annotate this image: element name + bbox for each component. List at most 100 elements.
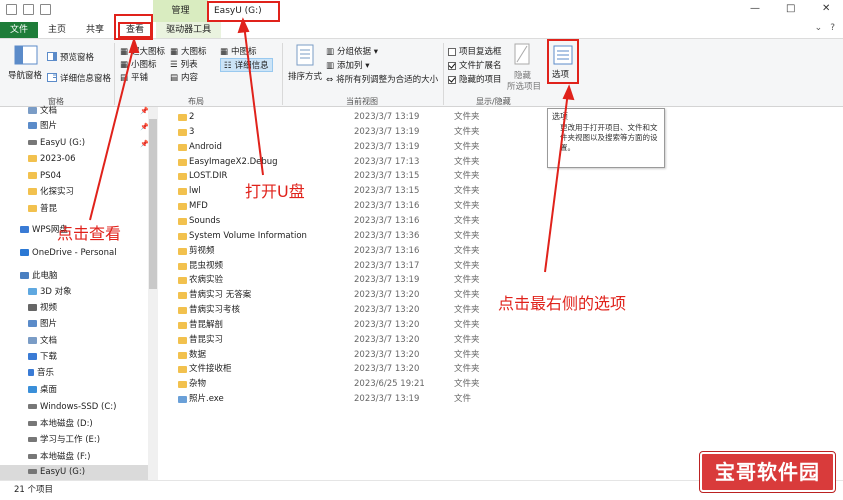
list-option[interactable]: ☰ 列表 [170,58,198,71]
file-name: LOST.DIR [189,171,228,182]
group-by-button[interactable]: ▥ 分组依据 ▾ [326,45,378,58]
file-row[interactable]: 2 2023/3/7 13:19 文件夹 [176,110,546,125]
nav-item-c-drive[interactable]: Windows-SSD (C:) [28,400,116,415]
nav-item-videos[interactable]: 视频 [28,301,57,316]
preview-pane-button[interactable]: 预览窗格 [47,51,94,64]
file-row[interactable]: 剪视频 2023/3/7 13:16 文件夹 [176,244,546,259]
item-checkboxes-toggle[interactable]: 项目复选框 [448,45,502,57]
nav-item-onedrive[interactable]: OneDrive - Personal [20,246,117,261]
checkbox-icon[interactable] [23,4,34,15]
pictures-icon [28,122,37,129]
hide-selected-icon[interactable] [514,43,530,68]
file-row[interactable]: Sounds 2023/3/7 13:16 文件夹 [176,214,546,229]
large-icons-option[interactable]: ▦ 大图标 [170,45,207,58]
nav-pane-button[interactable]: 导航窗格 [8,69,42,81]
file-row[interactable]: lwl 2023/3/7 13:15 文件夹 [176,184,546,199]
folder-icon [178,247,187,255]
tab-file[interactable]: 文件 [0,22,39,38]
medium-icons-option[interactable]: ▦ 中图标 [220,45,257,58]
file-type: 文件夹 [454,201,480,212]
file-extensions-toggle[interactable]: 文件扩展名 [448,59,502,71]
minimize-button[interactable]: — [750,3,760,14]
file-row[interactable]: 3 2023/3/7 13:19 文件夹 [176,125,546,140]
extra-large-icons-option[interactable]: ▦ 超大图标 [120,45,165,58]
details-pane-button[interactable]: 详细信息窗格 [47,72,111,85]
file-row[interactable]: 昔病实习 无答案 2023/3/7 13:20 文件夹 [176,288,546,303]
tiles-option[interactable]: ▤ 平铺 [120,71,148,84]
file-row[interactable]: 文件接收柜 2023/3/7 13:20 文件夹 [176,362,546,377]
file-row[interactable]: LOST.DIR 2023/3/7 13:15 文件夹 [176,169,546,184]
folder-icon [178,203,187,211]
checkbox[interactable] [448,47,456,56]
show-hide-group-label: 显示/隐藏 [476,97,511,106]
folder-icon[interactable] [40,4,51,15]
hide-selected-label-2[interactable]: 所选项目 [507,80,541,92]
quick-access-icon[interactable] [6,4,17,15]
nav-item-documents[interactable]: 文档 [28,104,57,119]
file-type: 文件 [454,394,472,405]
nav-scrollbar[interactable] [148,107,158,480]
nav-item-music[interactable]: 音乐 [28,366,54,381]
nav-pane-icon[interactable] [14,45,38,68]
hidden-items-toggle[interactable]: 隐藏的项目 [448,73,502,85]
sort-by-button[interactable]: 排序方式 [288,70,322,82]
file-type: 文件夹 [454,364,480,375]
size-columns-button[interactable]: ⇔ 将所有列调整为合适的大小 [326,73,438,86]
nav-item-huatan[interactable]: 化探实习 [28,185,74,200]
file-row[interactable]: 昔病实习考核 2023/3/7 13:20 文件夹 [176,303,546,318]
layout-group-label: 布局 [188,97,204,106]
file-name: 2 [189,112,195,122]
file-row[interactable]: 昔昆实习 2023/3/7 13:20 文件夹 [176,333,546,348]
nav-item-e-drive[interactable]: 学习与工作 (E:) [28,433,100,448]
add-columns-button[interactable]: ▥ 添加列 ▾ [326,59,370,72]
file-name: 杂物 [189,379,207,390]
tab-home[interactable]: 主页 [38,22,76,38]
details-option[interactable]: ☷ 详细信息 [220,58,273,72]
maximize-button[interactable]: □ [786,3,795,14]
nav-item-easyu-pinned[interactable]: EasyU (G:) [28,136,85,151]
file-row[interactable]: 照片.exe 2023/3/7 13:19 文件 [176,392,546,407]
file-row[interactable]: System Volume Information 2023/3/7 13:36 文… [176,229,546,244]
file-row[interactable]: 杂物 2023/6/25 19:21 文件夹 [176,377,546,392]
nav-item-2023-06[interactable]: 2023-06 [28,152,76,167]
nav-item-pukun[interactable]: 普昆 [28,202,57,217]
file-row[interactable]: Android 2023/3/7 13:19 文件夹 [176,140,546,155]
file-row[interactable]: 农病实验 2023/3/7 13:19 文件夹 [176,273,546,288]
nav-item-this-pc[interactable]: 此电脑 [20,269,58,284]
small-icons-option[interactable]: ▦ 小图标 [120,58,157,71]
nav-item-pictures[interactable]: 图片 [28,119,57,134]
file-row[interactable]: 昆虫视频 2023/3/7 13:17 文件夹 [176,259,546,274]
manage-context-tab[interactable]: 管理 [153,0,208,22]
ribbon-separator [282,43,283,105]
checkbox[interactable] [448,75,456,84]
file-row[interactable]: 数据 2023/3/7 13:20 文件夹 [176,348,546,363]
tab-share[interactable]: 共享 [76,22,114,38]
nav-item-downloads[interactable]: 下载 [28,350,57,365]
nav-item-pictures-pc[interactable]: 图片 [28,317,57,332]
nav-item-documents-pc[interactable]: 文档 [28,334,57,349]
file-row[interactable]: EasyImageX2.Debug 2023/3/7 17:13 文件夹 [176,155,546,170]
folder-icon [178,336,187,344]
close-button[interactable]: ✕ [822,3,830,14]
nav-item-desktop[interactable]: 桌面 [28,383,57,398]
resize-columns-icon: ⇔ [326,74,334,85]
nav-item-3d-objects[interactable]: 3D 对象 [28,285,72,300]
folder-icon [178,158,187,166]
file-row[interactable]: MFD 2023/3/7 13:16 文件夹 [176,199,546,214]
folder-icon [178,128,187,136]
sort-icon[interactable] [296,44,314,69]
annotation-click-view: 点击查看 [57,224,122,243]
nav-item-easyu-selected[interactable]: EasyU (G:) [0,465,148,480]
window-title: EasyU (G:) [207,1,280,22]
checkbox[interactable] [448,61,456,70]
content-option[interactable]: ▤ 内容 [170,71,198,84]
file-row[interactable]: 昔昆解剖 2023/3/7 13:20 文件夹 [176,318,546,333]
help-icon[interactable]: ? [830,23,835,33]
file-type: 文件夹 [454,349,480,360]
scrollbar-thumb[interactable] [149,119,157,289]
nav-item-d-drive[interactable]: 本地磁盘 (D:) [28,417,93,432]
nav-item-ps04[interactable]: PS04 [28,169,61,184]
chevron-down-icon[interactable]: ⌄ [815,23,823,33]
nav-item-f-drive[interactable]: 本地磁盘 (F:) [28,450,90,465]
tab-drive-tools[interactable]: 驱动器工具 [156,22,222,38]
